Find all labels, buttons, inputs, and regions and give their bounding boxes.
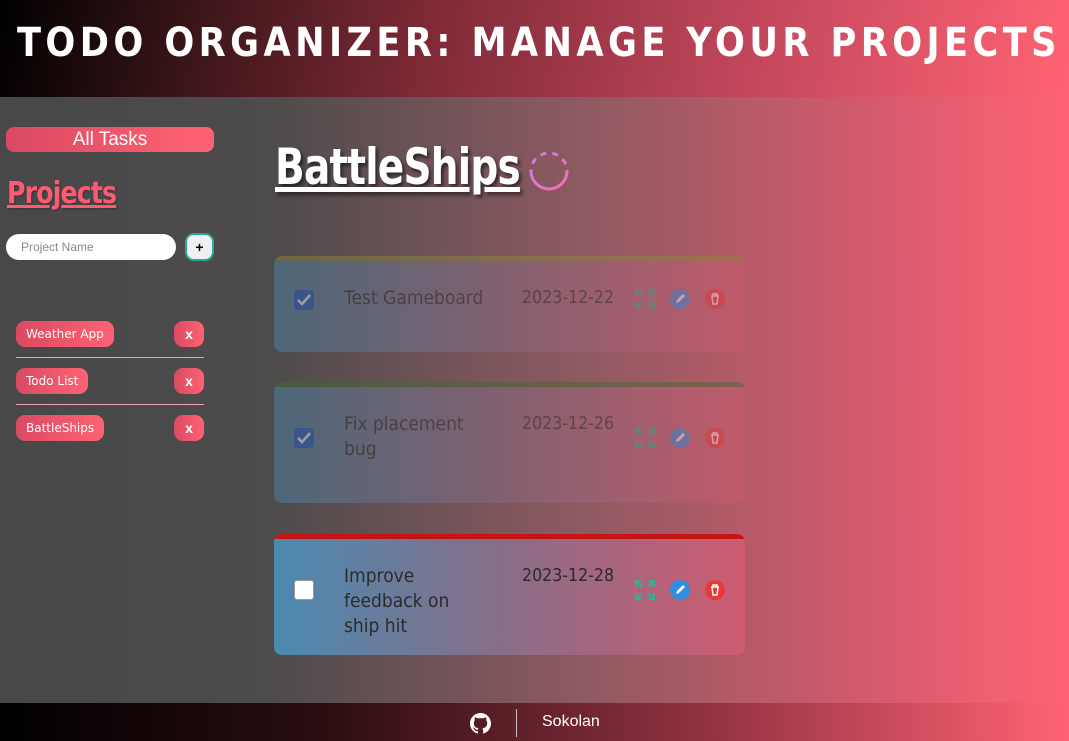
app-footer: Sokolan (0, 703, 1069, 741)
all-tasks-button[interactable]: All Tasks (6, 127, 214, 152)
project-item: Todo List x (16, 368, 204, 394)
edit-icon[interactable] (669, 579, 691, 601)
project-item: BattleShips x (16, 415, 204, 441)
checkmark-icon (297, 432, 311, 444)
priority-bar (274, 382, 745, 387)
project-title: BattleShips (275, 138, 521, 196)
todo-title: Fix placement bug (344, 413, 464, 460)
checkmark-icon (297, 294, 311, 306)
projects-heading: Projects (7, 176, 117, 211)
todo-checkbox[interactable] (294, 428, 314, 448)
app-header: TODO ORGANIZER: MANAGE YOUR PROJECTS (0, 0, 1069, 97)
delete-project-button[interactable]: x (174, 415, 204, 441)
edit-icon[interactable] (669, 288, 691, 310)
project-divider (16, 357, 204, 358)
project-item-battleships[interactable]: BattleShips (16, 415, 105, 441)
project-item-weather-app[interactable]: Weather App (16, 321, 114, 347)
expand-icon[interactable] (634, 427, 656, 449)
todo-title: Test Gameboard (344, 287, 484, 309)
todo-card: Fix placement bug 2023-12-26 (274, 382, 745, 503)
github-icon[interactable] (470, 713, 491, 734)
expand-icon[interactable] (634, 288, 656, 310)
add-project-button[interactable]: + (185, 233, 214, 261)
todo-checkbox[interactable] (294, 290, 314, 310)
delete-icon[interactable] (704, 579, 726, 601)
delete-project-button[interactable]: x (174, 368, 204, 394)
edit-icon[interactable] (669, 427, 691, 449)
delete-icon[interactable] (704, 288, 726, 310)
project-item-todo-list[interactable]: Todo List (16, 368, 89, 394)
todo-date: 2023-12-26 (522, 413, 615, 434)
footer-author[interactable]: Sokolan (542, 713, 600, 731)
project-name-input[interactable] (6, 234, 176, 260)
todo-date: 2023-12-28 (522, 565, 615, 586)
expand-icon[interactable] (634, 579, 656, 601)
delete-project-button[interactable]: x (174, 321, 204, 347)
priority-bar (274, 256, 745, 261)
app-title: TODO ORGANIZER: MANAGE YOUR PROJECTS (17, 20, 1061, 66)
todo-card: Test Gameboard 2023-12-22 (274, 256, 745, 352)
todo-checkbox[interactable] (294, 580, 314, 600)
project-item: Weather App x (16, 321, 204, 347)
todo-date: 2023-12-22 (522, 287, 615, 308)
todo-title: Improve feedback on ship hit (344, 565, 450, 637)
footer-divider (516, 709, 517, 737)
todo-card: Improve feedback on ship hit 2023-12-28 (274, 534, 745, 655)
add-todo-icon[interactable] (528, 150, 570, 192)
priority-bar (274, 534, 745, 539)
project-divider (16, 404, 204, 405)
delete-icon[interactable] (704, 427, 726, 449)
